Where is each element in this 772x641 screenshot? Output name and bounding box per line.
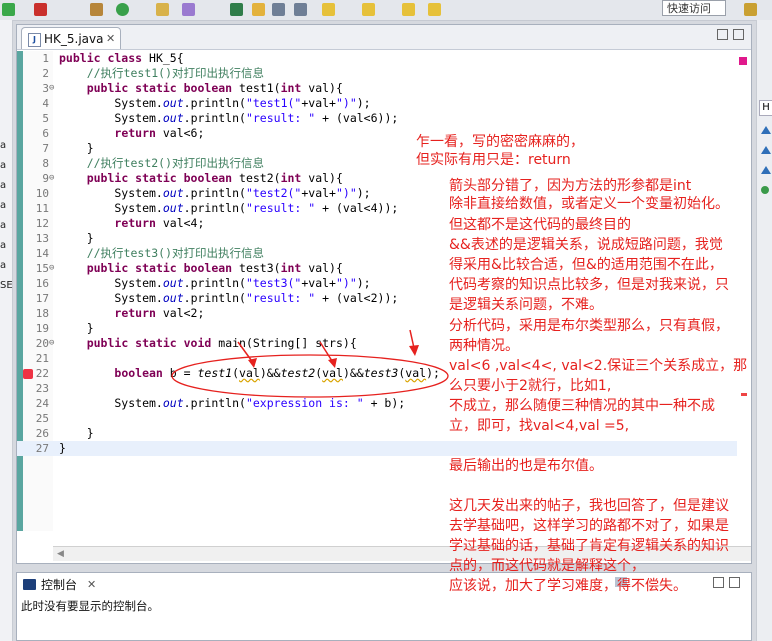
annotation-ellipse [171, 354, 449, 398]
annotation-drawing [171, 329, 449, 398]
arrow-3-head [409, 345, 419, 356]
arrow-3 [409, 329, 415, 349]
arrow-2-head [328, 358, 337, 368]
arrow-1-head [248, 358, 257, 368]
